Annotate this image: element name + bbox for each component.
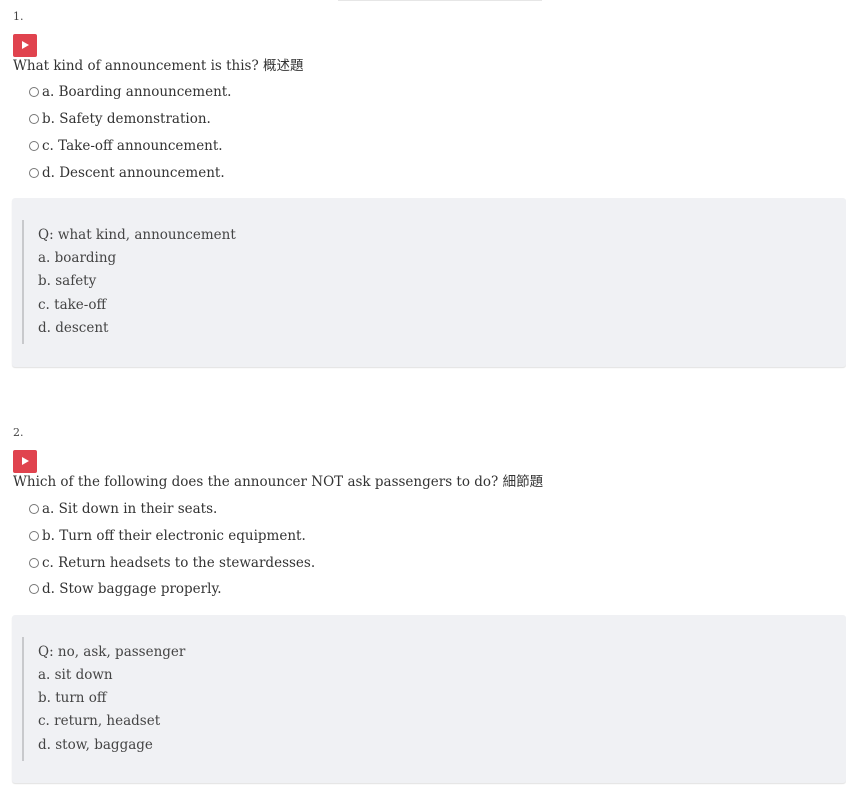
play-audio-button[interactable] bbox=[13, 34, 37, 57]
note-line: c. return, headset bbox=[38, 713, 161, 729]
note-line: c. take-off bbox=[38, 297, 107, 313]
question-number: 1. bbox=[13, 10, 24, 23]
note-line: a. sit down bbox=[38, 667, 113, 683]
play-icon bbox=[22, 457, 29, 465]
play-icon bbox=[22, 41, 29, 49]
option-label: c. Return headsets to the stewardesses. bbox=[42, 555, 316, 571]
note-line: Q: no, ask, passenger bbox=[38, 644, 186, 660]
note-line: b. turn off bbox=[38, 690, 107, 706]
option-label: b. Safety demonstration. bbox=[42, 111, 211, 127]
play-audio-button[interactable] bbox=[13, 450, 37, 473]
option-c[interactable]: c. Return headsets to the stewardesses. bbox=[29, 554, 315, 572]
option-b[interactable]: b. Turn off their electronic equipment. bbox=[29, 527, 306, 545]
option-a[interactable]: a. Sit down in their seats. bbox=[29, 500, 217, 518]
question-number: 2. bbox=[13, 426, 24, 439]
notes-quote-bar bbox=[22, 220, 24, 344]
radio-unchecked-icon[interactable] bbox=[29, 584, 39, 594]
option-d[interactable]: d. Descent announcement. bbox=[29, 164, 225, 182]
option-label: a. Boarding announcement. bbox=[42, 84, 232, 100]
radio-unchecked-icon[interactable] bbox=[29, 504, 39, 514]
option-label: d. Stow baggage properly. bbox=[42, 581, 222, 597]
note-line: d. stow, baggage bbox=[38, 737, 153, 753]
note-line: a. boarding bbox=[38, 250, 117, 266]
radio-unchecked-icon[interactable] bbox=[29, 114, 39, 124]
note-line: Q: what kind, announcement bbox=[38, 227, 236, 243]
question-text: Which of the following does the announce… bbox=[13, 474, 544, 490]
notes-quote-bar bbox=[22, 637, 24, 761]
radio-unchecked-icon[interactable] bbox=[29, 558, 39, 568]
radio-unchecked-icon[interactable] bbox=[29, 168, 39, 178]
radio-unchecked-icon[interactable] bbox=[29, 87, 39, 97]
radio-unchecked-icon[interactable] bbox=[29, 141, 39, 151]
note-line: b. safety bbox=[38, 273, 97, 289]
top-divider bbox=[338, 0, 542, 1]
radio-unchecked-icon[interactable] bbox=[29, 531, 39, 541]
option-c[interactable]: c. Take-off announcement. bbox=[29, 137, 223, 155]
option-a[interactable]: a. Boarding announcement. bbox=[29, 83, 231, 101]
option-d[interactable]: d. Stow baggage properly. bbox=[29, 580, 222, 598]
option-label: a. Sit down in their seats. bbox=[42, 501, 218, 517]
question-text: What kind of announcement is this? 概述題 bbox=[13, 58, 304, 74]
note-line: d. descent bbox=[38, 320, 109, 336]
notes-box: Q: no, ask, passenger a. sit down b. tur… bbox=[12, 615, 846, 783]
option-label: b. Turn off their electronic equipment. bbox=[42, 528, 306, 544]
option-label: c. Take-off announcement. bbox=[42, 138, 223, 154]
option-b[interactable]: b. Safety demonstration. bbox=[29, 110, 211, 128]
option-label: d. Descent announcement. bbox=[42, 165, 225, 181]
notes-box: Q: what kind, announcement a. boarding b… bbox=[12, 198, 846, 367]
